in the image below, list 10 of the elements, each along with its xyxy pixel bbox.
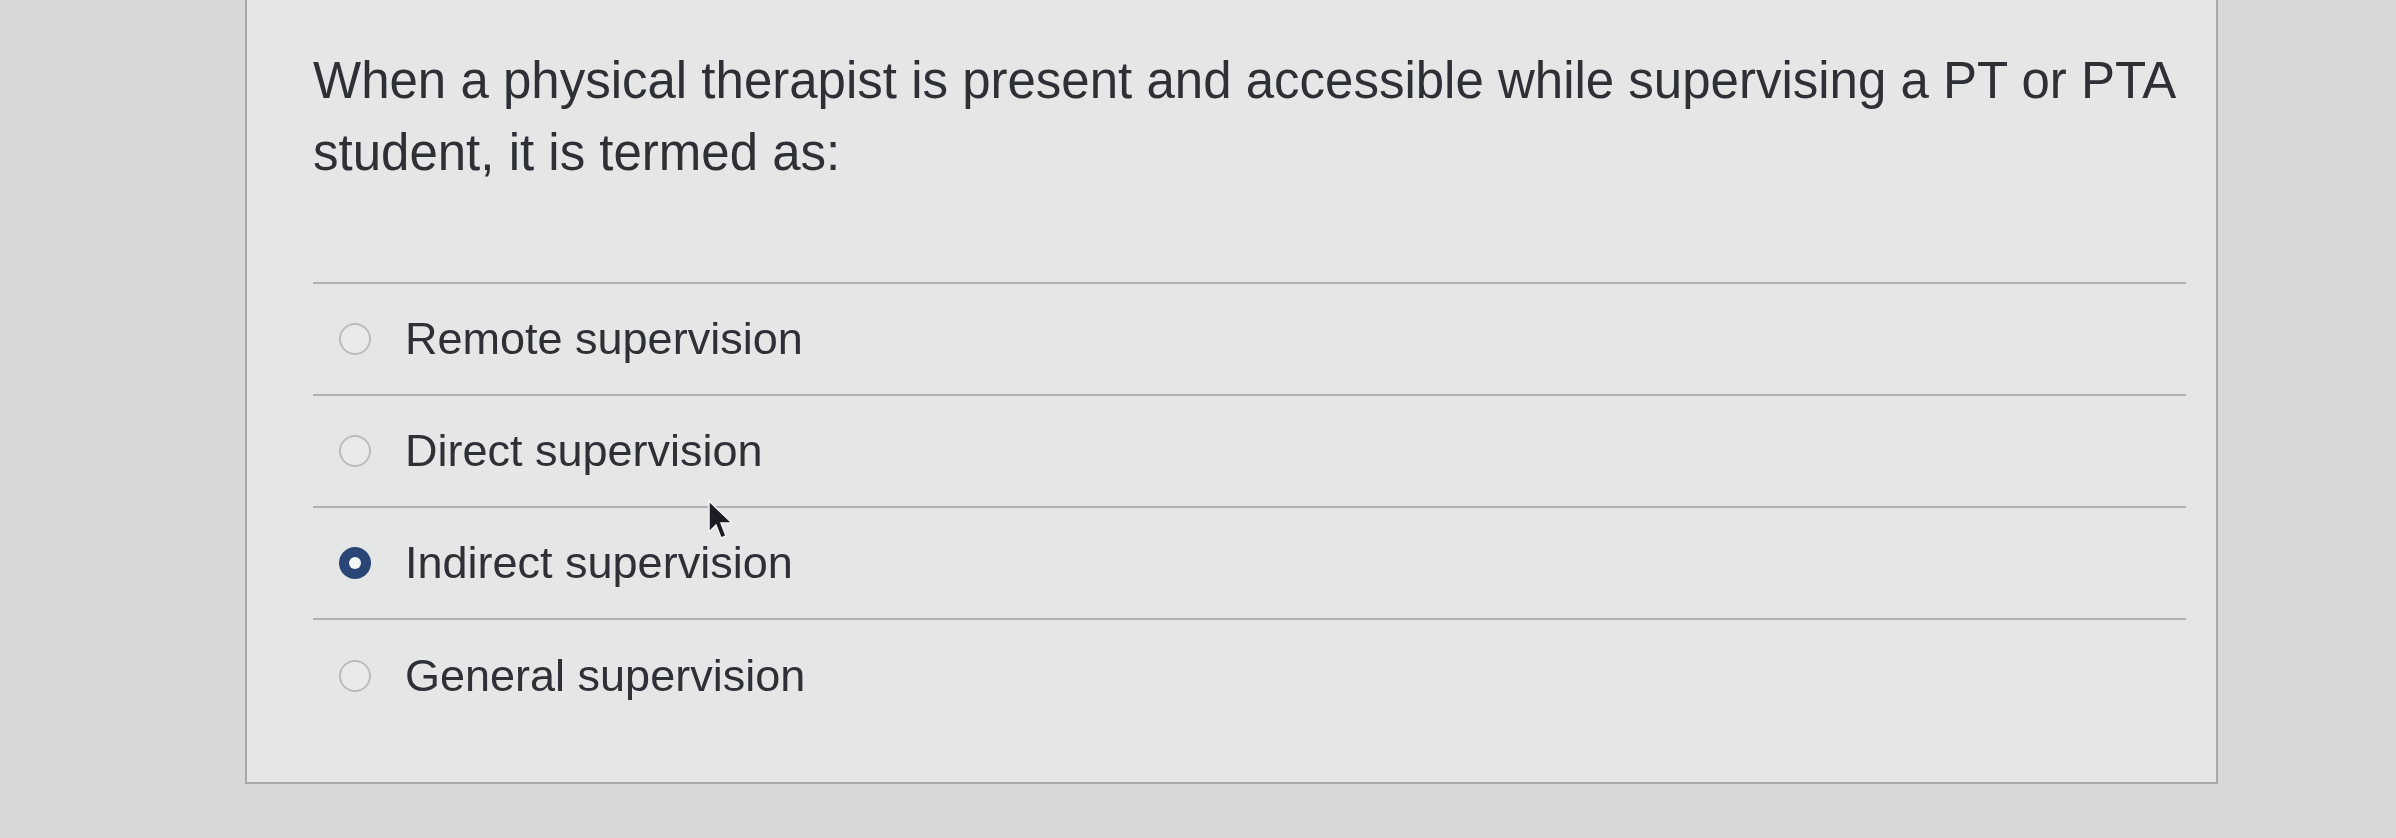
- radio-button[interactable]: [339, 435, 371, 467]
- radio-button[interactable]: [339, 323, 371, 355]
- option-label[interactable]: Remote supervision: [405, 312, 803, 366]
- option-label[interactable]: Indirect supervision: [405, 536, 793, 590]
- radio-button[interactable]: [339, 660, 371, 692]
- radio-button[interactable]: [339, 547, 371, 579]
- mouse-pointer-icon: [708, 500, 734, 540]
- option-label[interactable]: Direct supervision: [405, 424, 763, 478]
- option-label[interactable]: General supervision: [405, 649, 806, 703]
- question-text: When a physical therapist is present and accessible while supervising a PT or PTA student, it is termed as:: [313, 51, 2176, 183]
